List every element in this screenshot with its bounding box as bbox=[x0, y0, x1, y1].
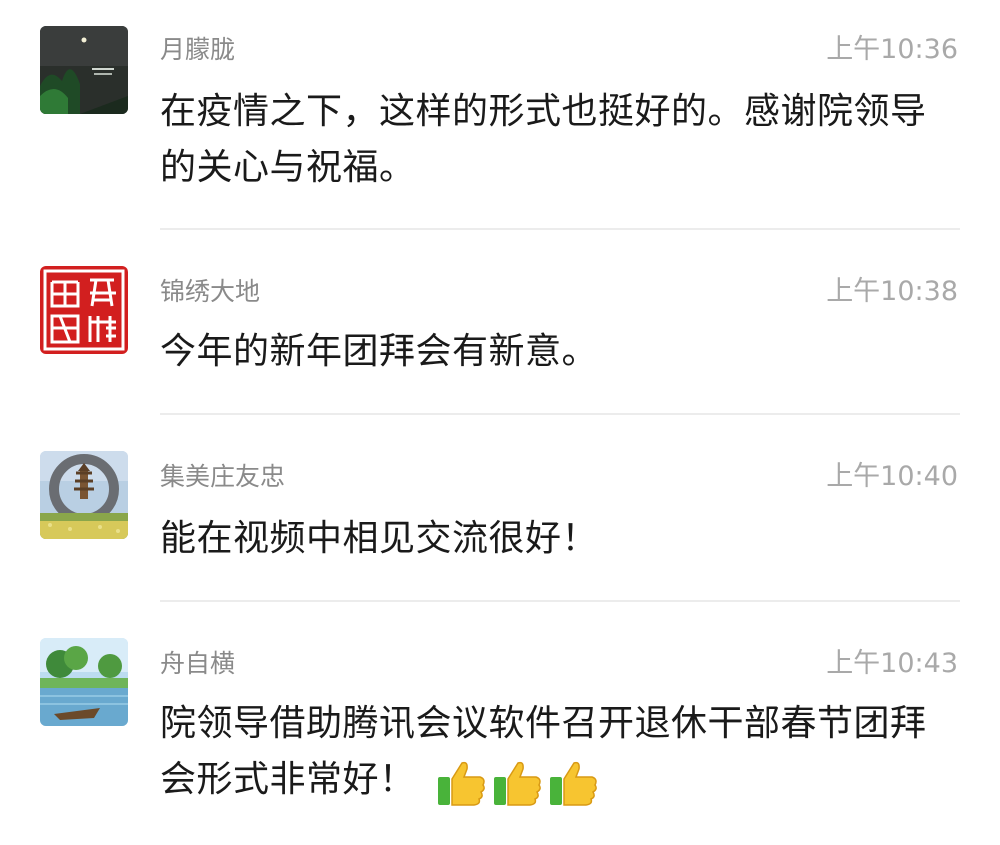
comment-text: 在疫情之下，这样的形式也挺好的。感谢院领导的关心与祝福。 bbox=[160, 91, 927, 188]
comment-item[interactable]: 月朦胧 上午10:36 在疫情之下，这样的形式也挺好的。感谢院领导的关心与祝福。 bbox=[0, 0, 1000, 230]
comment-item[interactable]: 舟自横 上午10:43 院领导借助腾讯会议软件召开退休干部春节团拜会形式非常好！ bbox=[0, 602, 1000, 845]
comment-time: 上午10:43 bbox=[826, 648, 958, 679]
comment-text: 能在视频中相见交流很好！ bbox=[160, 518, 599, 559]
pagoda-moon-gate-avatar[interactable] bbox=[40, 451, 128, 539]
comment-time: 上午10:40 bbox=[826, 461, 958, 492]
comment-item[interactable]: 集美庄友忠 上午10:40 能在视频中相见交流很好！ bbox=[0, 415, 1000, 602]
comment-text: 今年的新年团拜会有新意。 bbox=[160, 331, 599, 372]
comment-item[interactable]: 锦绣大地 上午10:38 今年的新年团拜会有新意。 bbox=[0, 230, 1000, 415]
commenter-name[interactable]: 集美庄友忠 bbox=[160, 461, 285, 493]
thumbs-up-icon bbox=[437, 761, 485, 806]
comment-text: 院领导借助腾讯会议软件召开退休干部春节团拜会形式非常好！ bbox=[160, 696, 960, 809]
comment-time: 上午10:38 bbox=[826, 276, 958, 307]
thumbs-up-icon bbox=[549, 761, 597, 806]
commenter-name[interactable]: 月朦胧 bbox=[160, 34, 235, 66]
commenter-name[interactable]: 锦绣大地 bbox=[160, 276, 260, 308]
emoji-group bbox=[434, 753, 602, 809]
comment-time: 上午10:36 bbox=[826, 34, 958, 65]
comment-list: 月朦胧 上午10:36 在疫情之下，这样的形式也挺好的。感谢院领导的关心与祝福。… bbox=[0, 0, 1000, 845]
red-seal-stamp-avatar[interactable] bbox=[40, 266, 128, 354]
commenter-name[interactable]: 舟自横 bbox=[160, 648, 235, 680]
thumbs-up-icon bbox=[493, 761, 541, 806]
boat-on-river-avatar[interactable] bbox=[40, 638, 128, 726]
moonlit-night-avatar[interactable] bbox=[40, 26, 128, 114]
